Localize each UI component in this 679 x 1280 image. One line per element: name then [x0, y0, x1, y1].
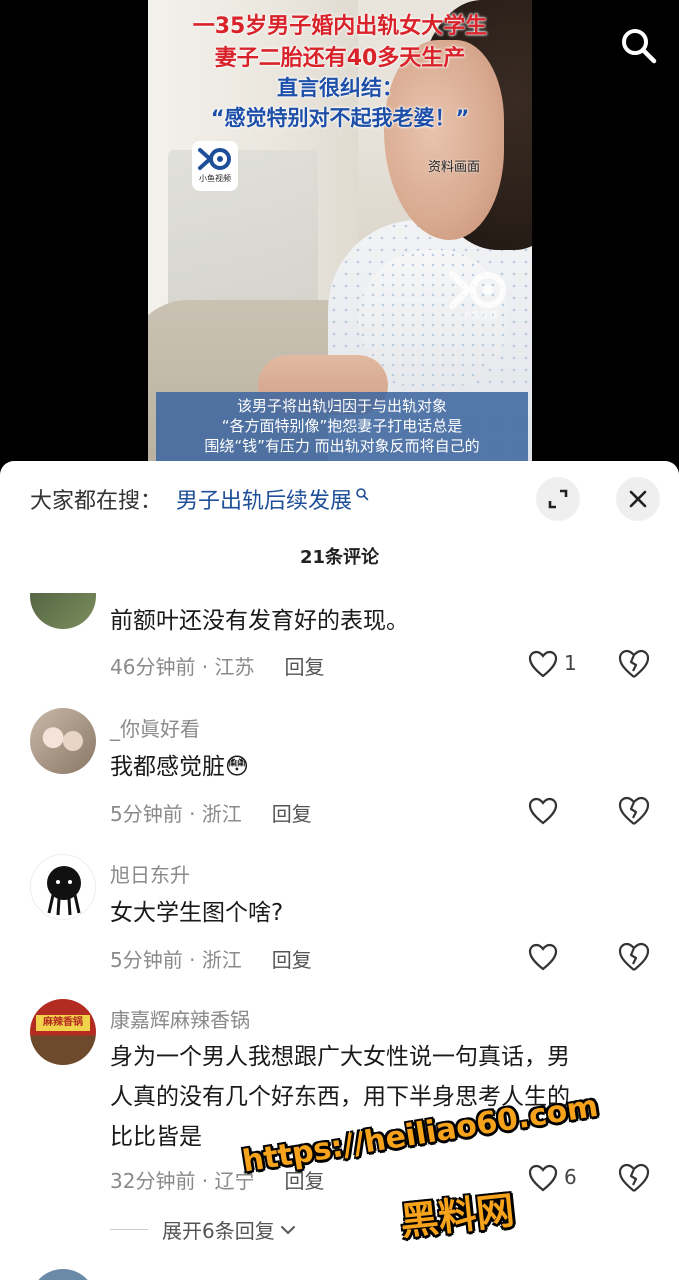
- heart-icon[interactable]: [528, 797, 558, 825]
- search-icon[interactable]: [619, 26, 659, 66]
- avatar[interactable]: [30, 854, 96, 920]
- close-button[interactable]: [616, 477, 660, 521]
- fish-logo-icon: [198, 148, 231, 170]
- comment-text: 前额叶还没有发育好的表现。: [110, 608, 409, 634]
- heart-icon[interactable]: [528, 943, 558, 971]
- broken-heart-icon[interactable]: [618, 649, 650, 679]
- video-watermark-icon: 小鱼视频: [449, 271, 506, 320]
- flushed-emoji-icon: 😳: [225, 754, 249, 780]
- reply-button[interactable]: 回复: [272, 944, 312, 973]
- comment-text: 我都感觉脏😳: [110, 747, 658, 787]
- comment-text: 女大学生图个啥?: [110, 900, 284, 926]
- avatar[interactable]: [30, 1269, 96, 1280]
- comment-time-location: 32分钟前 · 辽宁: [110, 1169, 255, 1193]
- subtitle-line: 围绕“钱”有压力 而出轨对象反而将自己的: [204, 437, 480, 455]
- comment-meta: 5分钟前 · 浙江 回复: [110, 798, 312, 827]
- comment-text-line: 身为一个男人我想跟广大女性说一句真话，男: [110, 1044, 570, 1070]
- comment-time-location: 46分钟前 · 江苏: [110, 655, 255, 679]
- close-icon: [629, 490, 647, 508]
- svg-text:小鱼视频: 小鱼视频: [462, 309, 498, 320]
- broken-heart-icon[interactable]: [618, 942, 650, 972]
- headline-line-4: “感觉特别对不起我老婆！”: [210, 106, 470, 130]
- like-count: 6: [564, 1165, 577, 1189]
- headline-line-2: 妻子二胎还有40多天生产: [214, 46, 466, 71]
- comment-count: 21条评论: [299, 547, 380, 568]
- video-subtitle: 该男子将出轨归因于与出轨对象 “各方面特别像”抱怨妻子打电话总是 围绕“钱”有压…: [156, 392, 528, 470]
- like-count: 1: [564, 651, 577, 675]
- expand-icon: [548, 489, 568, 509]
- heart-icon[interactable]: [528, 650, 558, 678]
- source-note: 资料画面: [428, 160, 481, 175]
- expand-button[interactable]: [536, 477, 580, 521]
- channel-logo: 小鱼视频: [192, 141, 238, 191]
- comment-meta: 46分钟前 · 江苏 回复: [110, 651, 325, 680]
- avatar[interactable]: [30, 708, 96, 774]
- heart-icon[interactable]: [528, 1164, 558, 1192]
- video-player[interactable]: 一35岁男子婚内出轨女大学生 妻子二胎还有40多天生产 直言很纠结： “感觉特别…: [148, 0, 532, 470]
- expand-replies-button[interactable]: 展开6条回复: [110, 1215, 297, 1244]
- trending-search-label: 大家都在搜：: [30, 489, 163, 514]
- expand-replies-label: 展开6条回复: [162, 1219, 275, 1243]
- trending-search-row: 大家都在搜： 男子出轨后续发展: [30, 483, 369, 515]
- avatar-shop-sign: 麻辣香锅: [36, 1015, 90, 1031]
- subtitle-line: 该男子将出轨归因于与出轨对象: [236, 397, 447, 415]
- divider-line: [110, 1229, 148, 1230]
- reply-button[interactable]: 回复: [272, 798, 312, 827]
- comment-time-location: 5分钟前 · 浙江: [110, 802, 242, 826]
- headline-line-3: 直言很纠结：: [277, 76, 403, 100]
- video-window: [168, 150, 318, 320]
- small-search-icon: [356, 488, 369, 501]
- headline-line-1: 一35岁男子婚内出轨女大学生: [192, 14, 488, 39]
- chevron-down-icon: [280, 1225, 295, 1234]
- comment-username[interactable]: _你眞好看: [110, 713, 200, 742]
- subtitle-line: “各方面特别像”抱怨妻子打电话总是: [221, 417, 463, 435]
- channel-logo-caption: 小鱼视频: [199, 174, 231, 183]
- comment-meta: 5分钟前 · 浙江 回复: [110, 944, 312, 973]
- comment-time-location: 5分钟前 · 浙江: [110, 948, 242, 972]
- broken-heart-icon[interactable]: [618, 796, 650, 826]
- avatar[interactable]: 麻辣香锅: [30, 999, 96, 1065]
- comment-username[interactable]: 康嘉辉麻辣香锅: [110, 1004, 250, 1033]
- comment-text-body: 我都感觉脏: [110, 754, 225, 780]
- avatar[interactable]: [30, 593, 96, 629]
- trending-search-link[interactable]: 男子出轨后续发展: [176, 483, 352, 515]
- broken-heart-icon[interactable]: [618, 1163, 650, 1193]
- comment-username[interactable]: 旭日东升: [110, 859, 190, 888]
- avatar-silhouette-icon: [47, 866, 81, 916]
- reply-button[interactable]: 回复: [285, 651, 325, 680]
